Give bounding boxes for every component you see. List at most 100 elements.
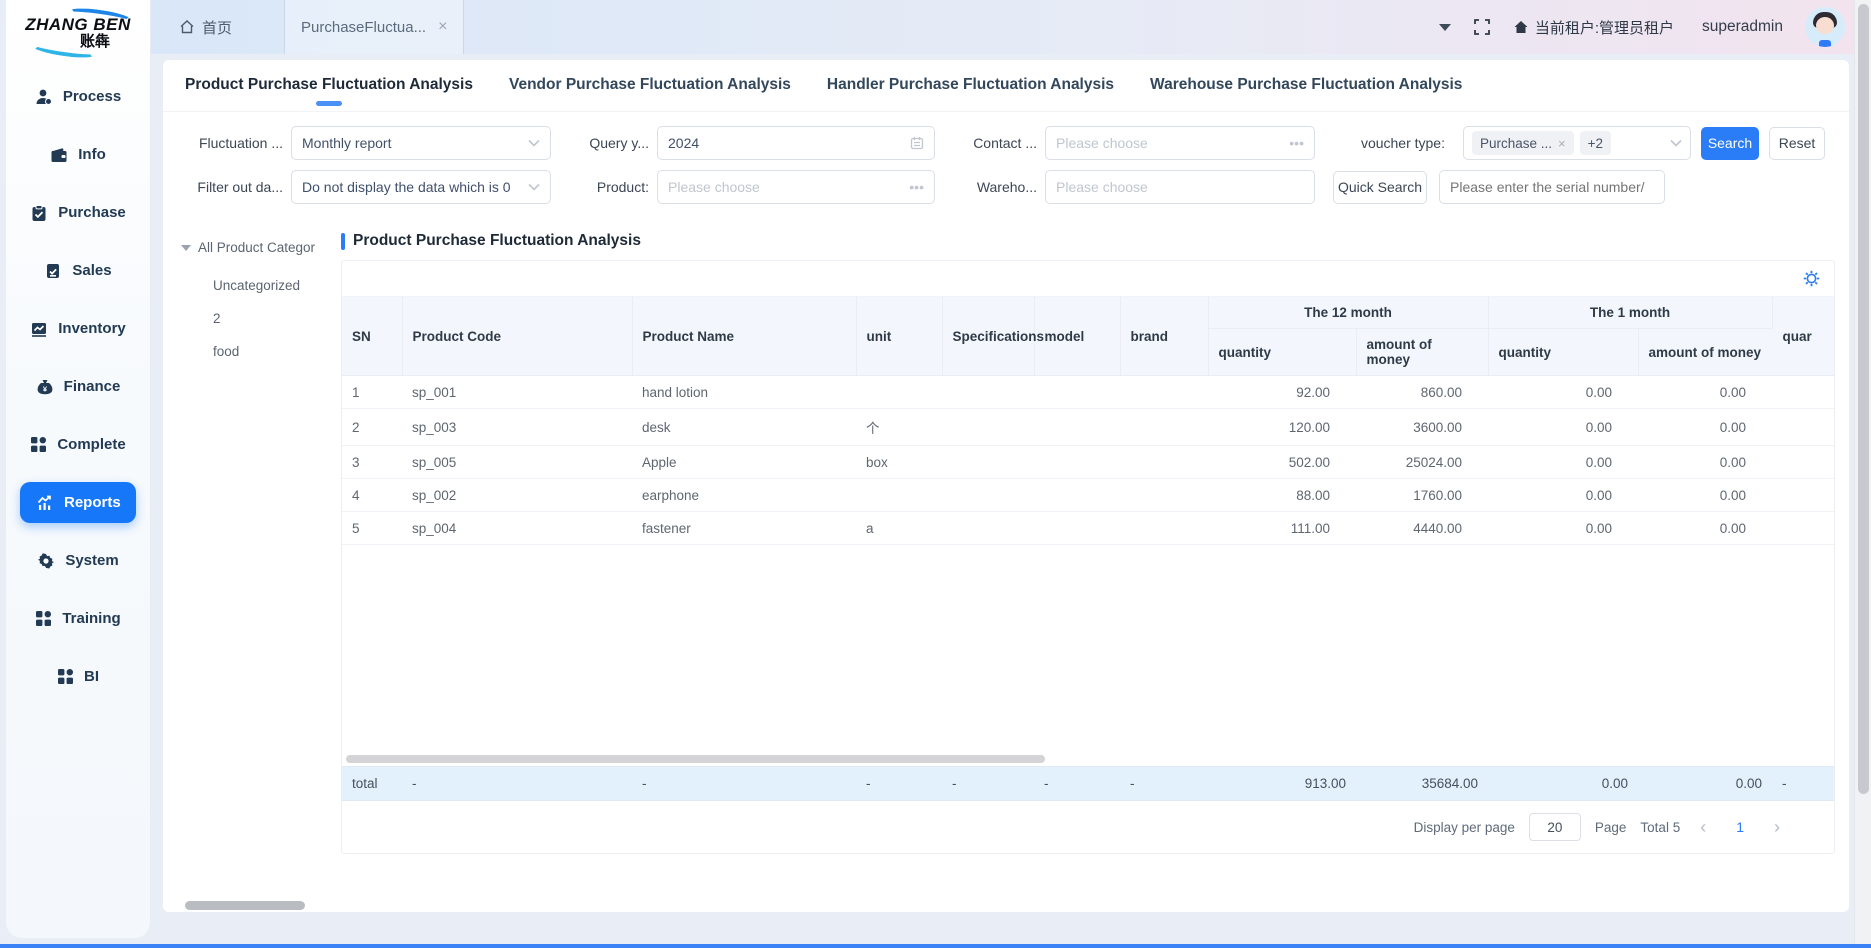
tab-handler-purchase[interactable]: Handler Purchase Fluctuation Analysis <box>827 76 1114 111</box>
product-picker[interactable]: Please choose ••• <box>657 170 935 204</box>
tree-children: Uncategorized 2 food <box>179 269 341 368</box>
sidebar-item-process[interactable]: Process <box>23 76 133 117</box>
col-unit: unit <box>856 297 942 376</box>
table-row[interactable]: 5 sp_004 fastener a 111.00 <box>342 512 1834 545</box>
contact-picker[interactable]: Please choose ••• <box>1045 126 1315 160</box>
search-button[interactable]: Search <box>1701 127 1759 160</box>
cell-quar <box>1772 512 1834 545</box>
tree-item-2[interactable]: 2 <box>179 302 341 335</box>
table-row[interactable]: 1 sp_001 hand lotion 92.00 <box>342 376 1834 409</box>
scrollbar-thumb[interactable] <box>346 755 1045 763</box>
fluctuation-table: SN Product Code Product Name unit Specif… <box>342 297 1834 545</box>
sidebar-item-label: Sales <box>72 262 111 279</box>
bottom-accent-scrollbar[interactable] <box>0 944 1871 948</box>
report-panel: Product Purchase Fluctuation Analysis <box>341 218 1835 912</box>
sidebar-item-label: BI <box>84 668 99 685</box>
clipboard-check-icon <box>30 204 48 222</box>
calendar-icon <box>910 136 924 150</box>
cell-amount-12: 860.00 <box>1356 376 1488 409</box>
sidebar-item-bi[interactable]: BI <box>45 656 111 697</box>
cell-model <box>1034 446 1120 479</box>
col-model: model <box>1034 297 1120 376</box>
voucher-type-multiselect[interactable]: Purchase ... × +2 <box>1463 126 1691 160</box>
grid-icon <box>30 436 47 453</box>
title-accent-bar <box>341 233 345 250</box>
sidebar-item-finance[interactable]: ¥ Finance <box>24 366 133 407</box>
fluctuation-select[interactable]: Monthly report <box>291 126 551 160</box>
tree-root-all-categories[interactable]: All Product Categor <box>179 240 341 255</box>
fullscreen-icon[interactable] <box>1473 18 1491 36</box>
sidebar-item-complete[interactable]: Complete <box>18 424 137 465</box>
ellipsis-icon[interactable]: ••• <box>1289 135 1304 151</box>
total-name: - <box>632 767 856 801</box>
tab-product-purchase[interactable]: Product Purchase Fluctuation Analysis <box>185 76 473 111</box>
open-page-tab[interactable]: PurchaseFluctua... × <box>284 0 464 54</box>
tab-title: PurchaseFluctua... <box>301 19 426 36</box>
cell-unit: box <box>856 446 942 479</box>
prev-page-icon[interactable]: ‹ <box>1694 818 1712 836</box>
cell-sn: 5 <box>342 512 402 545</box>
caret-down-icon <box>181 245 191 251</box>
col-product-name: Product Name <box>632 297 856 376</box>
tenant-info[interactable]: 当前租户:管理员租户 <box>1513 17 1674 38</box>
total-label: total <box>342 767 402 801</box>
tree-item-uncategorized[interactable]: Uncategorized <box>179 269 341 302</box>
cell-quantity-12: 502.00 <box>1208 446 1356 479</box>
reset-button[interactable]: Reset <box>1769 127 1825 160</box>
remove-tag-icon[interactable]: × <box>1558 136 1566 151</box>
cell-amount-1: 0.00 <box>1638 409 1772 446</box>
cell-unit <box>856 376 942 409</box>
col-quar: quar <box>1772 297 1834 376</box>
cell-quantity-1: 0.00 <box>1488 376 1638 409</box>
voucher-tag: Purchase ... × <box>1472 131 1574 155</box>
tab-vendor-purchase[interactable]: Vendor Purchase Fluctuation Analysis <box>509 76 791 111</box>
settings-gear-icon[interactable] <box>1803 270 1820 287</box>
cell-amount-12: 3600.00 <box>1356 409 1488 446</box>
sidebar-item-reports[interactable]: Reports <box>20 482 136 523</box>
username[interactable]: superadmin <box>1702 18 1783 36</box>
warehouse-picker[interactable]: Please choose <box>1045 170 1315 204</box>
tree-item-food[interactable]: food <box>179 335 341 368</box>
cell-quar <box>1772 479 1834 512</box>
sidebar-item-sales[interactable]: Sales <box>32 250 123 291</box>
table-row[interactable]: 4 sp_002 earphone 88.00 <box>342 479 1834 512</box>
sidebar-item-info[interactable]: Info <box>38 134 118 175</box>
col-group-12-month: The 12 month <box>1208 297 1488 329</box>
warehouse-placeholder: Please choose <box>1056 179 1304 195</box>
sidebar-item-system[interactable]: System <box>25 540 130 581</box>
cell-quar <box>1772 376 1834 409</box>
quick-search-button[interactable]: Quick Search <box>1333 171 1427 204</box>
home-outline-icon <box>179 19 195 35</box>
main-card: Product Purchase Fluctuation Analysis Ve… <box>163 60 1849 912</box>
vertical-scrollbar[interactable] <box>1854 0 1871 948</box>
col-group-1-month: The 1 month <box>1488 297 1772 329</box>
per-page-input[interactable] <box>1529 813 1581 841</box>
sidebar-item-inventory[interactable]: Inventory <box>18 308 138 349</box>
sidebar-item-label: Inventory <box>58 320 126 337</box>
avatar[interactable] <box>1805 7 1845 47</box>
table-scroll-area[interactable]: SN Product Code Product Name unit Specif… <box>342 297 1834 752</box>
cell-spec <box>942 409 1034 446</box>
page-label: Page <box>1595 820 1627 835</box>
next-page-icon[interactable]: › <box>1768 818 1786 836</box>
cell-quantity-1: 0.00 <box>1488 479 1638 512</box>
close-icon[interactable]: × <box>438 18 447 36</box>
table-row[interactable]: 2 sp_003 desk 个 120.00 <box>342 409 1834 446</box>
sidebar-item-training[interactable]: Training <box>23 598 132 639</box>
cell-model <box>1034 512 1120 545</box>
breadcrumb-home[interactable]: 首页 <box>179 17 232 38</box>
vertical-scrollbar-thumb[interactable] <box>1858 4 1869 794</box>
total-quantity-1: 0.00 <box>1488 767 1638 801</box>
ellipsis-icon[interactable]: ••• <box>909 179 924 195</box>
person-icon <box>35 88 53 106</box>
current-page[interactable]: 1 <box>1726 819 1754 835</box>
table-horizontal-scrollbar[interactable] <box>344 754 1832 764</box>
chevron-down-icon[interactable] <box>1439 24 1451 31</box>
table-row[interactable]: 3 sp_005 Apple box 502.00 <box>342 446 1834 479</box>
serial-number-input[interactable] <box>1439 170 1665 204</box>
bottom-horizontal-scrollbar-thumb[interactable] <box>185 901 305 910</box>
query-year-input[interactable]: 2024 <box>657 126 935 160</box>
tab-warehouse-purchase[interactable]: Warehouse Purchase Fluctuation Analysis <box>1150 76 1462 111</box>
filter-zero-select[interactable]: Do not display the data which is 0 <box>291 170 551 204</box>
sidebar-item-purchase[interactable]: Purchase <box>18 192 138 233</box>
